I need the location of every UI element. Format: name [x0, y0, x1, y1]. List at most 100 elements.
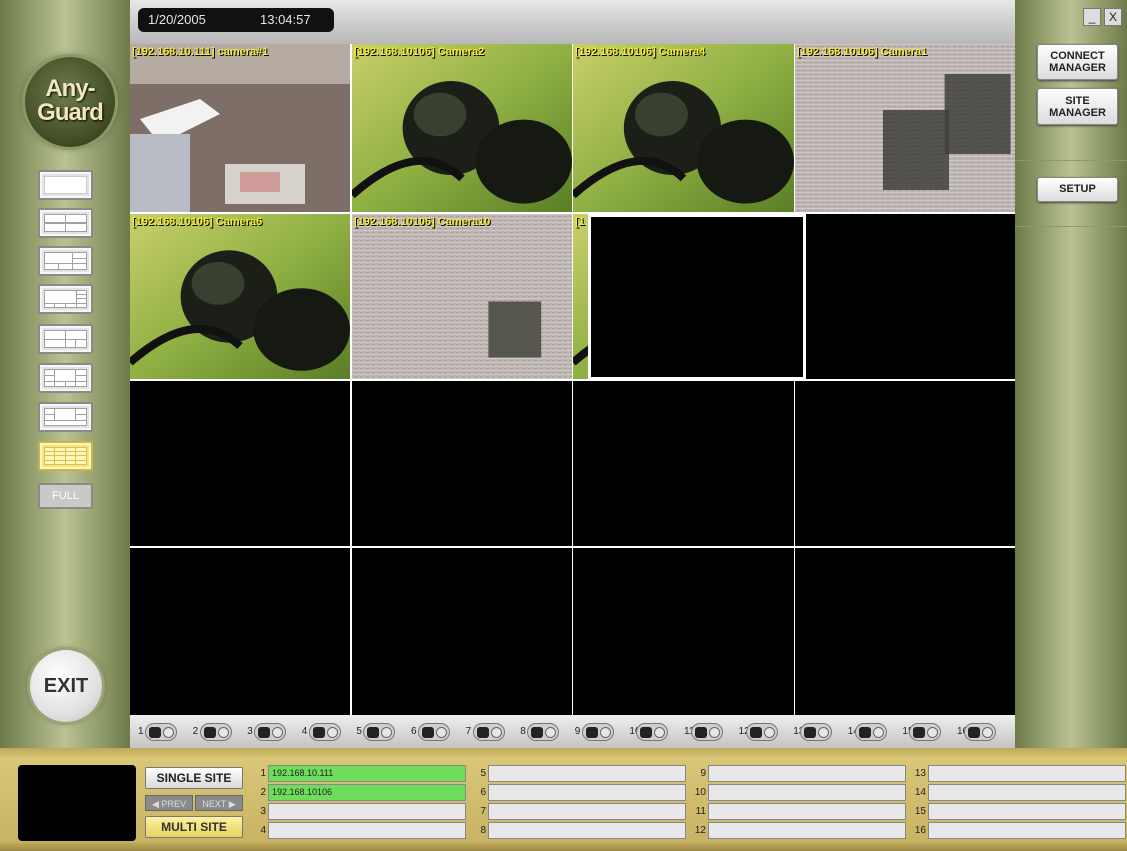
site-slot-12[interactable]: 12	[694, 822, 907, 840]
camera-toggle-2[interactable]: 2	[193, 723, 243, 741]
camera-toggle-pill[interactable]	[800, 723, 833, 741]
camera-toggle-10[interactable]: 10	[629, 723, 679, 741]
camera-view-6[interactable]: [192.168.10106] Camera10	[352, 214, 572, 379]
site-address[interactable]	[928, 822, 1126, 839]
camera-view-8[interactable]	[795, 214, 1015, 379]
site-slot-7[interactable]: 7	[474, 803, 687, 821]
site-address[interactable]	[268, 803, 466, 820]
setup-button[interactable]: SETUP	[1037, 177, 1118, 202]
multi-site-button[interactable]: MULTI SITE	[145, 816, 243, 838]
camera-view-3[interactable]: [192.168.10106] Camera4	[573, 44, 794, 212]
camera-toggle-pill[interactable]	[418, 723, 450, 741]
site-address[interactable]	[928, 784, 1126, 801]
camera-toggle-pill[interactable]	[145, 723, 177, 741]
camera-toggle-pill[interactable]	[636, 723, 669, 741]
site-slot-2[interactable]: 2 192.168.10106	[254, 784, 467, 802]
site-address[interactable]	[928, 803, 1126, 820]
site-address[interactable]	[488, 765, 686, 782]
camera-toggle-1[interactable]: 1	[138, 723, 188, 741]
camera-toggle-11[interactable]: 11	[684, 723, 734, 741]
camera-toggle-7[interactable]: 7	[466, 723, 516, 741]
camera-view-14[interactable]	[352, 548, 572, 715]
camera-toggle-pill[interactable]	[745, 723, 778, 741]
next-button[interactable]: NEXT ▶	[195, 795, 243, 811]
camera-toggle-14[interactable]: 14	[848, 723, 898, 741]
site-slot-1[interactable]: 1 192.168.10.111	[254, 765, 467, 783]
site-address[interactable]	[708, 765, 906, 782]
site-address[interactable]: 192.168.10.111	[268, 765, 466, 782]
site-address[interactable]: 192.168.10106	[268, 784, 466, 801]
camera-toggle-16[interactable]: 16	[957, 723, 1007, 741]
connect-manager-button[interactable]: CONNECT MANAGER	[1037, 44, 1118, 80]
site-slot-11[interactable]: 11	[694, 803, 907, 821]
single-site-button[interactable]: SINGLE SITE	[145, 767, 243, 789]
camera-toggle-pill[interactable]	[909, 723, 942, 741]
layout-6-button[interactable]	[38, 246, 93, 276]
site-address[interactable]	[488, 803, 686, 820]
camera-toggle-pill[interactable]	[472, 723, 505, 741]
site-slot-14[interactable]: 14	[914, 784, 1127, 802]
layout-8-button[interactable]	[38, 284, 93, 314]
camera-view-5[interactable]: [192.168.10106] Camera6	[130, 214, 350, 379]
camera-view-10[interactable]	[352, 381, 572, 546]
site-address[interactable]	[708, 784, 906, 801]
minimize-button[interactable]: _	[1083, 8, 1101, 26]
camera-view-1[interactable]: [192.168.10.111] camera#1	[130, 44, 350, 212]
layout-9-button[interactable]	[38, 324, 93, 354]
camera-toggle-pill[interactable]	[581, 723, 614, 741]
site-slot-9[interactable]: 9	[694, 765, 907, 783]
layout-1-button[interactable]	[38, 170, 93, 200]
site-slot-16[interactable]: 16	[914, 822, 1127, 840]
camera-view-16[interactable]	[795, 548, 1015, 715]
selected-camera-view[interactable]	[588, 214, 806, 380]
camera-toggle-pill[interactable]	[363, 723, 396, 741]
site-address[interactable]	[928, 765, 1126, 782]
camera-toggle-3[interactable]: 3	[247, 723, 297, 741]
camera-toggle-5[interactable]: 5	[356, 723, 406, 741]
site-address[interactable]	[488, 784, 686, 801]
site-slot-8[interactable]: 8	[474, 822, 687, 840]
camera-toggle-12[interactable]: 12	[739, 723, 789, 741]
camera-toggle-pill[interactable]	[254, 723, 287, 741]
site-slot-5[interactable]: 5	[474, 765, 687, 783]
layout-16-button[interactable]	[38, 441, 93, 471]
camera-toggle-15[interactable]: 15	[902, 723, 952, 741]
site-slot-4[interactable]: 4	[254, 822, 467, 840]
camera-view-9[interactable]	[130, 381, 350, 546]
camera-toggle-pill[interactable]	[308, 723, 341, 741]
camera-view-15[interactable]	[573, 548, 794, 715]
site-address[interactable]	[708, 803, 906, 820]
site-slot-6[interactable]: 6	[474, 784, 687, 802]
prev-button[interactable]: ◀ PREV	[145, 795, 193, 811]
camera-toggle-pill[interactable]	[199, 723, 232, 741]
layout-13-icon	[44, 408, 87, 426]
camera-toggle-pill[interactable]	[854, 723, 887, 741]
full-screen-button[interactable]: FULL	[38, 483, 93, 509]
site-address[interactable]	[268, 822, 466, 839]
camera-toggle-9[interactable]: 9	[575, 723, 625, 741]
camera-view-11[interactable]	[573, 381, 794, 546]
camera-toggle-13[interactable]: 13	[793, 723, 843, 741]
layout-10-button[interactable]	[38, 363, 93, 393]
camera-view-13[interactable]	[130, 548, 350, 715]
site-slot-15[interactable]: 15	[914, 803, 1127, 821]
layout-4-button[interactable]	[38, 208, 93, 238]
camera-view-2[interactable]: [192.168.10106] Camera2	[352, 44, 572, 212]
camera-view-12[interactable]	[795, 381, 1015, 546]
site-slot-3[interactable]: 3	[254, 803, 467, 821]
camera-toggle-pill[interactable]	[527, 723, 560, 741]
site-address[interactable]	[488, 822, 686, 839]
camera-toggle-8[interactable]: 8	[520, 723, 570, 741]
camera-toggle-pill[interactable]	[964, 723, 996, 741]
camera-toggle-6[interactable]: 6	[411, 723, 461, 741]
exit-button[interactable]: EXIT	[30, 650, 102, 722]
layout-13-button[interactable]	[38, 402, 93, 432]
close-button[interactable]: X	[1104, 8, 1122, 26]
camera-toggle-4[interactable]: 4	[302, 723, 352, 741]
camera-toggle-pill[interactable]	[691, 723, 723, 741]
camera-view-4[interactable]: [192.168.10106] Camera1	[795, 44, 1015, 212]
site-slot-10[interactable]: 10	[694, 784, 907, 802]
site-slot-13[interactable]: 13	[914, 765, 1127, 783]
site-manager-button[interactable]: SITE MANAGER	[1037, 88, 1118, 125]
site-address[interactable]	[708, 822, 906, 839]
